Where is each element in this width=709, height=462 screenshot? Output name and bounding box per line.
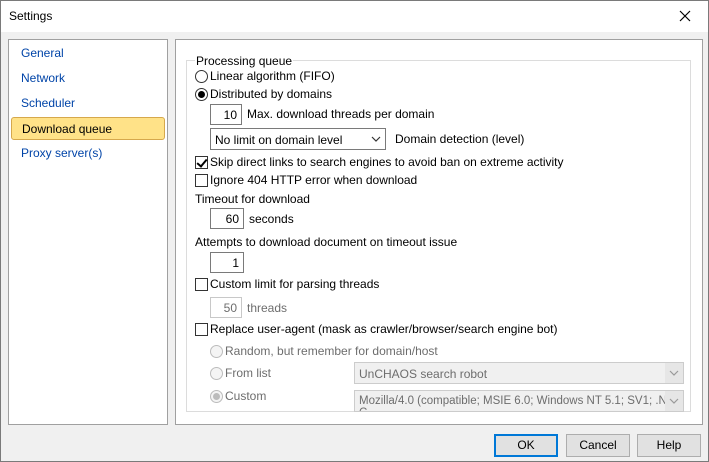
sidebar-item-download-queue[interactable]: Download queue (11, 117, 165, 140)
skip-links-label[interactable]: Skip direct links to search engines to a… (210, 155, 564, 169)
replace-user-agent-checkbox[interactable] (195, 323, 208, 336)
custom-ua-value: Mozilla/4.0 (compatible; MSIE 6.0; Windo… (359, 395, 681, 411)
chevron-down-icon (665, 363, 683, 383)
sidebar-item-network[interactable]: Network (11, 67, 165, 90)
threads-per-domain-label: Max. download threads per domain (247, 107, 435, 121)
ok-button[interactable]: OK (494, 434, 558, 457)
random-ua-radio[interactable] (210, 345, 223, 358)
custom-limit-label[interactable]: Custom limit for parsing threads (210, 277, 379, 291)
cancel-button[interactable]: Cancel (566, 434, 630, 457)
settings-panel: Processing queue Linear algorithm (FIFO)… (175, 39, 703, 425)
help-button[interactable]: Help (637, 434, 701, 457)
processing-queue-label: Processing queue (195, 54, 294, 68)
domain-detection-value: No limit on domain level (215, 133, 343, 147)
timeout-unit-label: seconds (249, 212, 294, 226)
sidebar-item-scheduler[interactable]: Scheduler (11, 92, 165, 115)
domain-detection-label: Domain detection (level) (395, 132, 525, 146)
fromlist-ua-label[interactable]: From list (225, 366, 271, 380)
fromlist-ua-radio[interactable] (210, 367, 223, 380)
linear-algorithm-label[interactable]: Linear algorithm (FIFO) (210, 69, 335, 83)
parsing-threads-input[interactable]: 50 (210, 297, 242, 318)
distributed-radio[interactable] (195, 88, 208, 101)
window-title: Settings (9, 9, 53, 23)
sidebar-item-general[interactable]: General (11, 42, 165, 65)
attempts-heading: Attempts to download document on timeout… (195, 235, 458, 249)
linear-algorithm-radio[interactable] (195, 70, 208, 83)
domain-detection-select[interactable]: No limit on domain level (210, 128, 386, 150)
ignore-404-checkbox[interactable] (195, 174, 208, 187)
title-bar: Settings (1, 1, 708, 32)
chevron-down-icon (665, 391, 683, 411)
custom-limit-checkbox[interactable] (195, 278, 208, 291)
sidebar-item-proxy-servers[interactable]: Proxy server(s) (11, 142, 165, 165)
timeout-heading: Timeout for download (195, 192, 310, 206)
ignore-404-label[interactable]: Ignore 404 HTTP error when download (210, 173, 417, 187)
close-icon[interactable] (662, 1, 708, 31)
chevron-down-icon (367, 129, 385, 149)
threads-per-domain-input[interactable]: 10 (210, 104, 242, 125)
custom-ua-select[interactable]: Mozilla/4.0 (compatible; MSIE 6.0; Windo… (354, 390, 684, 412)
skip-links-checkbox[interactable] (195, 156, 208, 169)
custom-ua-radio[interactable] (210, 390, 223, 403)
timeout-input[interactable]: 60 (210, 208, 244, 229)
settings-window: Settings General Network Scheduler Downl… (0, 0, 709, 462)
fromlist-ua-select[interactable]: UnCHAOS search robot (354, 362, 684, 384)
replace-user-agent-label[interactable]: Replace user-agent (mask as crawler/brow… (210, 322, 558, 336)
fromlist-ua-value: UnCHAOS search robot (359, 367, 488, 381)
random-ua-label[interactable]: Random, but remember for domain/host (225, 344, 438, 358)
settings-sidebar: General Network Scheduler Download queue… (8, 39, 168, 425)
parsing-threads-unit-label: threads (247, 301, 288, 315)
distributed-label[interactable]: Distributed by domains (210, 87, 332, 101)
custom-ua-label[interactable]: Custom (225, 389, 266, 403)
attempts-input[interactable]: 1 (210, 252, 244, 273)
